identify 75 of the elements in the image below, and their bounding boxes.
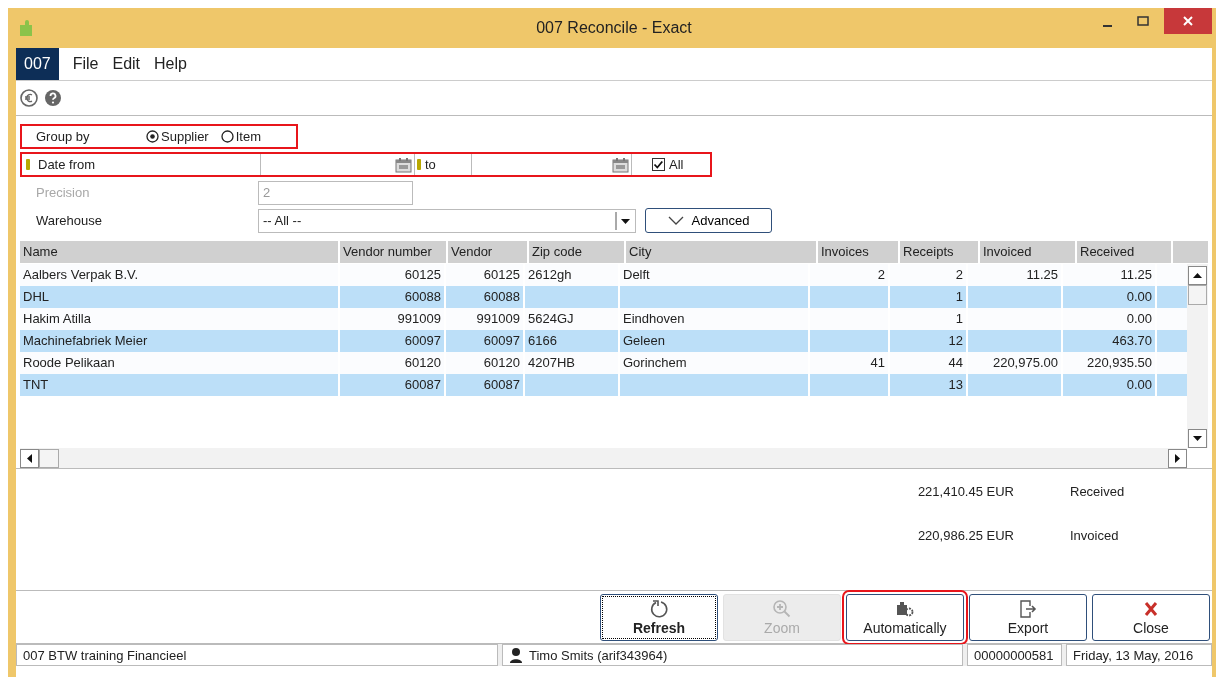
column-header[interactable]: Received bbox=[1077, 241, 1171, 263]
table-cell: 13 bbox=[888, 374, 966, 396]
table-cell-text: Machinefabriek Meier bbox=[22, 332, 149, 350]
total-amount: 220,986.25 EUR bbox=[916, 528, 1014, 543]
close-icon bbox=[1183, 16, 1193, 26]
field-label: Precision bbox=[35, 185, 91, 200]
status-company: 007 BTW training Financieel bbox=[16, 644, 498, 666]
table-cell-text: TNT bbox=[22, 376, 50, 394]
column-header[interactable]: Name bbox=[20, 241, 338, 263]
action-button[interactable]: Close bbox=[1092, 593, 1210, 641]
total-label: Invoiced bbox=[1070, 528, 1119, 543]
checkbox-icon[interactable] bbox=[652, 158, 665, 171]
close-button[interactable] bbox=[1164, 8, 1212, 34]
required-marker-icon bbox=[417, 159, 421, 170]
header-filler bbox=[1173, 241, 1208, 263]
calendar-icon[interactable] bbox=[395, 156, 412, 173]
column-header[interactable]: Vendor bbox=[448, 241, 527, 263]
chevron-down-icon bbox=[667, 216, 684, 225]
table-cell-text: Roode Pelikaan bbox=[22, 354, 116, 372]
table-cell-text: DHL bbox=[22, 288, 50, 306]
column-header[interactable]: Receipts bbox=[900, 241, 978, 263]
date-field[interactable] bbox=[471, 152, 632, 177]
radio-option[interactable]: Supplier bbox=[146, 129, 209, 144]
refresh-icon bbox=[649, 598, 669, 619]
person-icon bbox=[509, 647, 523, 663]
radio-option[interactable]: Item bbox=[220, 129, 261, 144]
column-header[interactable]: Vendor number bbox=[340, 241, 446, 263]
scroll-left-icon[interactable] bbox=[20, 448, 39, 468]
advanced-button[interactable]: Advanced bbox=[645, 208, 772, 233]
total-amount: 221,410.45 EUR bbox=[916, 484, 1014, 499]
euro-icon[interactable] bbox=[20, 89, 38, 107]
column-header[interactable]: City bbox=[626, 241, 816, 263]
scroll-thumb[interactable] bbox=[1188, 285, 1207, 305]
window-title: 007 Reconcile - Exact bbox=[536, 19, 692, 37]
menu-item[interactable]: File bbox=[72, 55, 99, 73]
minimize-icon bbox=[1102, 25, 1112, 27]
status-date: Friday, 13 May, 2016 bbox=[1066, 644, 1212, 666]
status-user: Timo Smits (arif343964) bbox=[502, 644, 963, 666]
calendar-icon[interactable] bbox=[612, 156, 629, 173]
radio-icon[interactable] bbox=[220, 130, 234, 143]
menu-item[interactable]: Edit bbox=[112, 55, 141, 73]
scroll-thumb[interactable] bbox=[39, 448, 59, 468]
table-cell: 60087 bbox=[338, 374, 444, 396]
scroll-up-icon[interactable] bbox=[1188, 266, 1207, 285]
action-button[interactable]: Export bbox=[969, 593, 1087, 641]
all-checkbox[interactable]: All bbox=[652, 157, 684, 172]
maximize-icon bbox=[1137, 16, 1149, 26]
table-cell-text: Hakim Atilla bbox=[22, 310, 92, 328]
scroll-right-icon[interactable] bbox=[1168, 448, 1187, 468]
scroll-down-icon[interactable] bbox=[1188, 429, 1207, 448]
column-header[interactable]: Invoices bbox=[818, 241, 898, 263]
column-header[interactable]: Zip code bbox=[529, 241, 624, 263]
warehouse-dropdown[interactable]: -- All -- bbox=[258, 208, 636, 233]
help-icon[interactable] bbox=[44, 89, 62, 107]
action-button[interactable]: Refresh bbox=[600, 593, 718, 641]
field-label: Date from bbox=[37, 157, 97, 172]
required-marker-icon bbox=[26, 159, 30, 170]
column-header[interactable]: Invoiced bbox=[980, 241, 1075, 263]
menu-item[interactable]: Help bbox=[154, 55, 187, 73]
horizontal-scrollbar[interactable] bbox=[20, 448, 1187, 468]
vertical-scrollbar[interactable] bbox=[1187, 264, 1208, 448]
date-field[interactable] bbox=[260, 152, 415, 177]
status-number: 00000000581 bbox=[967, 644, 1062, 666]
zoom-in-icon bbox=[772, 598, 792, 619]
table-cell: 60087 bbox=[444, 374, 523, 396]
company-badge[interactable]: 007 bbox=[16, 48, 59, 80]
puzzle-icon bbox=[20, 20, 32, 36]
total-label: Received bbox=[1070, 484, 1125, 499]
export-icon bbox=[1018, 598, 1038, 619]
field-label: Warehouse bbox=[35, 213, 103, 228]
table-cell: 0.00 bbox=[1061, 374, 1155, 396]
table-cell-text: Aalbers Verpak B.V. bbox=[22, 266, 140, 284]
radio-icon[interactable] bbox=[146, 130, 159, 143]
field-label: Group by bbox=[35, 129, 91, 144]
field-label: to bbox=[425, 157, 437, 172]
